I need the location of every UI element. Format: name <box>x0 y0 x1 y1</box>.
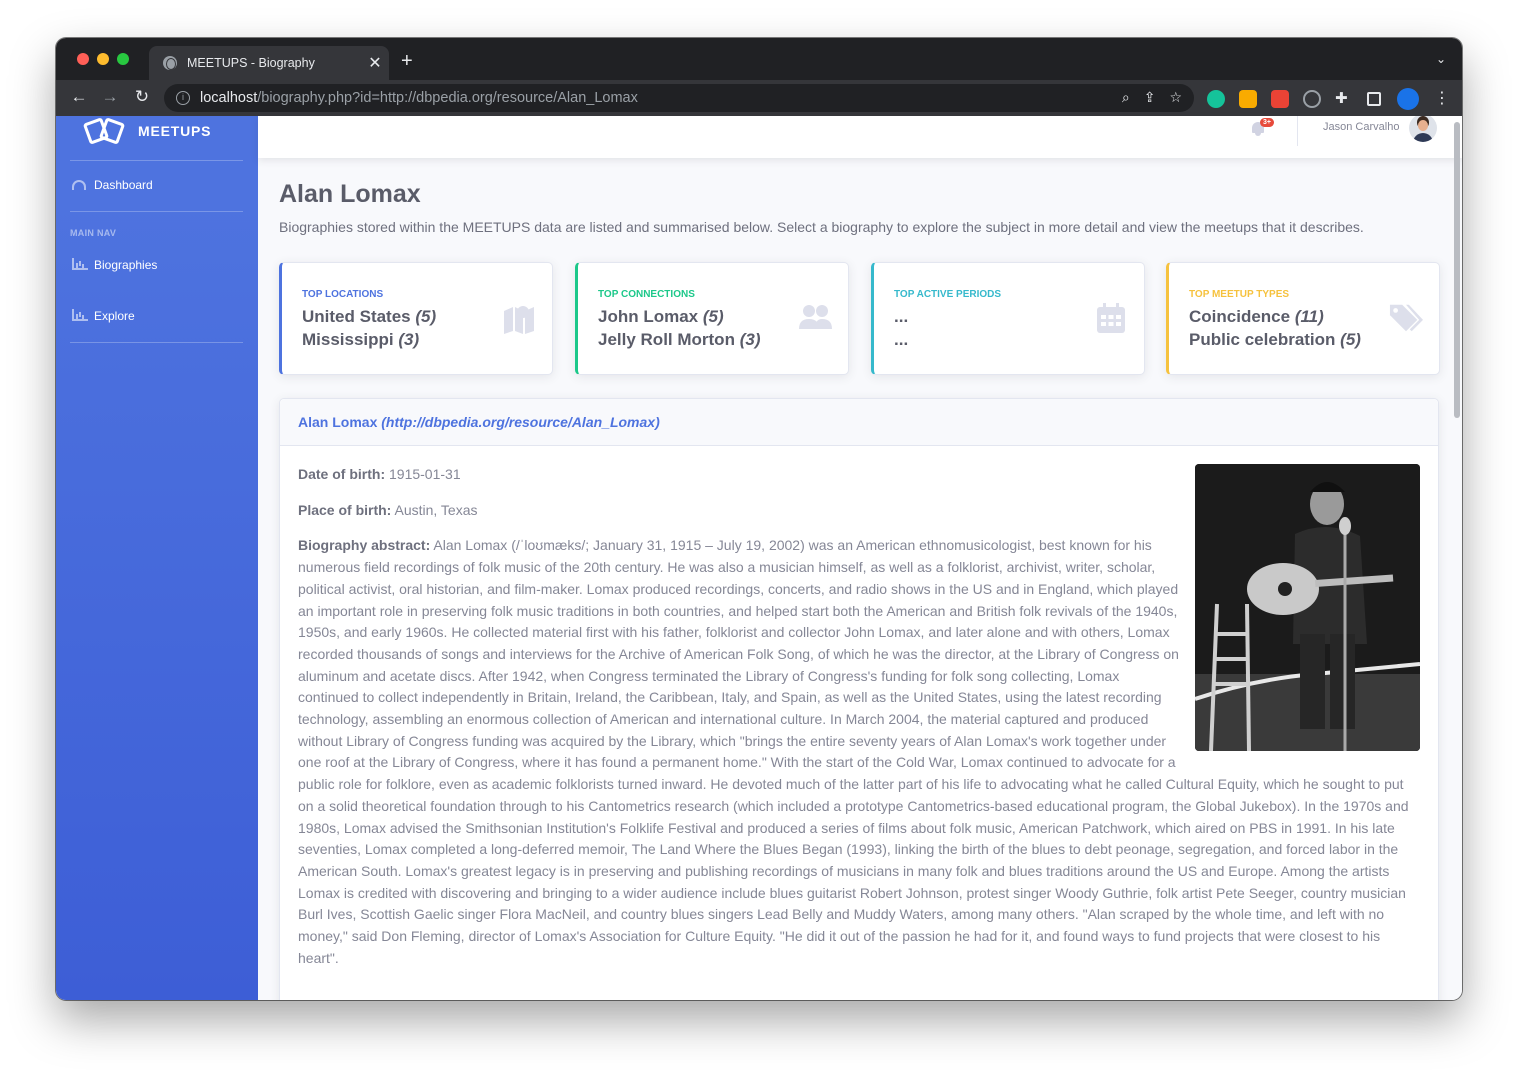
scrollbar[interactable] <box>1454 122 1460 418</box>
chart-area-icon <box>72 258 88 270</box>
card-label: Top Active Periods <box>894 289 1002 300</box>
page-viewport: MEETUPS Dashboard MAIN NAV Biographies E… <box>56 116 1462 1000</box>
card-value: Jelly Roll Morton (3) <box>598 330 761 349</box>
sidebar-item-label: Biographies <box>94 258 158 272</box>
card-value: John Lomax (5) <box>598 307 724 326</box>
top-meetup-types-card: Top Meetup Types Coincidence (11) Public… <box>1166 262 1440 375</box>
chart-area-icon <box>72 309 88 321</box>
browser-toolbar: ← → ↻ i localhost/biography.php?id=http:… <box>56 80 1462 116</box>
tags-icon <box>1389 304 1423 332</box>
omnibox-actions: ⌕ ⇪ ☆ <box>1122 89 1182 106</box>
portrait-image <box>1195 464 1420 751</box>
map-icon <box>504 306 534 334</box>
back-button[interactable]: ← <box>68 87 90 107</box>
card-value: United States (5) <box>302 307 437 326</box>
wifi-extension-icon[interactable] <box>1303 90 1321 108</box>
top-locations-card: Top Locations United States (5) Mississi… <box>279 262 553 375</box>
sidebar-divider <box>70 342 243 343</box>
forward-button[interactable]: → <box>99 87 121 107</box>
close-window-button[interactable] <box>77 53 89 65</box>
menu-kebab-icon[interactable]: ⋮ <box>1434 88 1452 107</box>
biography-uri-link[interactable]: (http://dbpedia.org/resource/Alan_Lomax) <box>381 414 659 430</box>
card-value: Mississippi (3) <box>302 330 420 349</box>
notes-extension-icon[interactable] <box>1239 90 1257 108</box>
tab-strip: MEETUPS - Biography ✕ + ⌄ <box>56 38 1462 80</box>
sidebar-item-explore[interactable]: Explore <box>72 309 135 323</box>
share-icon[interactable]: ⇪ <box>1144 89 1156 106</box>
bookmark-star-icon[interactable]: ☆ <box>1169 89 1182 106</box>
maximize-window-button[interactable] <box>117 53 129 65</box>
globe-icon <box>163 56 177 70</box>
biography-card-header: Alan Lomax (http://dbpedia.org/resource/… <box>280 399 1438 446</box>
page-title: Alan Lomax <box>279 180 421 208</box>
browser-tab[interactable]: MEETUPS - Biography ✕ <box>149 46 389 80</box>
card-value: Coincidence (11) <box>1189 307 1324 326</box>
topbar-divider <box>1297 116 1298 146</box>
biography-photo <box>1195 464 1420 751</box>
sidebar-divider <box>70 211 243 212</box>
profile-avatar-icon[interactable] <box>1397 88 1419 110</box>
user-name[interactable]: Jason Carvalho <box>1323 121 1399 133</box>
minimize-window-button[interactable] <box>97 53 109 65</box>
puzzle-icon[interactable]: ✚ <box>1335 89 1353 107</box>
sidebar-item-biographies[interactable]: Biographies <box>72 258 157 272</box>
brand-name: MEETUPS <box>138 123 212 139</box>
address-bar[interactable]: i localhost/biography.php?id=http://dbpe… <box>164 84 1194 112</box>
handshake-icon <box>84 120 124 142</box>
tachometer-icon <box>72 180 86 190</box>
alerts-badge: 3+ <box>1260 118 1274 127</box>
avatar[interactable] <box>1409 116 1437 142</box>
top-connections-card: Top Connections John Lomax (5) Jelly Rol… <box>575 262 849 375</box>
card-value: Public celebration (5) <box>1189 330 1361 349</box>
page-description: Biographies stored within the MEETUPS da… <box>279 219 1364 235</box>
card-label: Top Meetup Types <box>1189 289 1290 300</box>
biography-card: Alan Lomax (http://dbpedia.org/resource/… <box>279 398 1439 1000</box>
sidebar-item-dashboard[interactable]: Dashboard <box>72 178 153 192</box>
sidebar-divider <box>70 160 243 161</box>
biography-name-link[interactable]: Alan Lomax <box>298 414 377 430</box>
biography-card-body: Date of birth: 1915-01-31 Place of birth… <box>280 446 1438 1000</box>
chevron-down-icon[interactable]: ⌄ <box>1436 52 1446 66</box>
close-tab-icon[interactable]: ✕ <box>361 53 389 73</box>
brand[interactable]: MEETUPS <box>84 116 211 146</box>
card-value: ... <box>894 330 909 349</box>
url-host: localhost <box>200 90 258 106</box>
reload-button[interactable]: ↻ <box>131 87 153 107</box>
url-path: /biography.php?id=http://dbpedia.org/res… <box>257 90 638 106</box>
grammarly-extension-icon[interactable] <box>1207 90 1225 108</box>
sidebar-item-label: Dashboard <box>94 178 153 192</box>
top-active-periods-card: Top Active Periods ... ... <box>871 262 1145 375</box>
sidepanel-icon[interactable] <box>1367 92 1381 106</box>
info-icon[interactable]: i <box>176 91 190 105</box>
browser-window: MEETUPS - Biography ✕ + ⌄ ← → ↻ i localh… <box>56 38 1462 1000</box>
card-value: ... <box>894 307 909 326</box>
users-icon <box>799 305 832 329</box>
sidebar-item-label: Explore <box>94 309 135 323</box>
zoom-icon[interactable]: ⌕ <box>1122 89 1130 106</box>
card-label: Top Connections <box>598 289 695 300</box>
sidebar: MEETUPS Dashboard MAIN NAV Biographies E… <box>56 116 258 1000</box>
sidebar-heading: MAIN NAV <box>70 228 117 238</box>
calendar-icon <box>1097 303 1125 333</box>
topbar: 3+ Jason Carvalho <box>258 116 1462 158</box>
extension-icon[interactable] <box>1271 90 1289 108</box>
card-label: Top Locations <box>302 289 384 300</box>
tab-title: MEETUPS - Biography <box>187 56 315 70</box>
new-tab-button[interactable]: + <box>401 50 413 73</box>
